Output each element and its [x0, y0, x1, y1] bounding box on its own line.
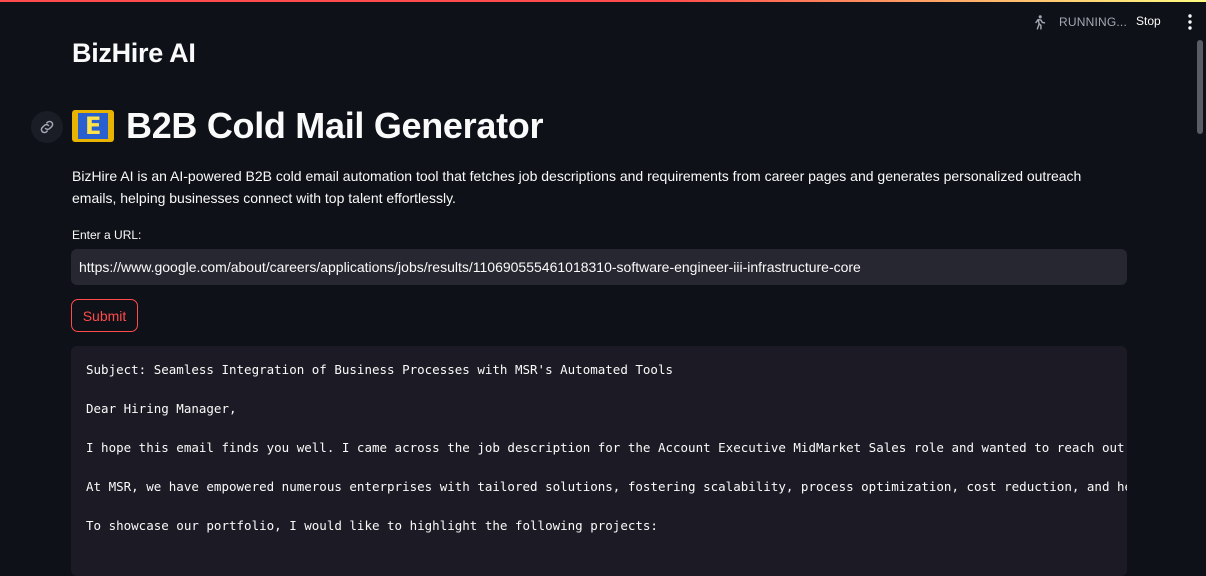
email-greeting-line: Dear Hiring Manager, [86, 401, 237, 416]
running-status-text: RUNNING... [1059, 15, 1127, 29]
running-person-icon [1035, 15, 1046, 30]
heading-emoji-letter: E [78, 112, 108, 140]
email-subject-line: Subject: Seamless Integration of Busines… [86, 362, 673, 377]
email-intro-line: I hope this email finds you well. I came… [86, 440, 1127, 455]
status-widget: RUNNING... Stop [1006, 4, 1206, 38]
email-portfolio-line: To showcase our portfolio, I would like … [86, 518, 658, 533]
email-body-line: At MSR, we have empowered numerous enter… [86, 479, 1127, 494]
url-input[interactable] [71, 249, 1127, 285]
stop-button[interactable]: Stop [1134, 12, 1163, 36]
app-title: BizHire AI [72, 38, 196, 68]
vertical-dots-icon[interactable] [1181, 13, 1199, 31]
heading-anchor-link[interactable] [31, 111, 63, 143]
url-input-label: Enter a URL: [72, 228, 142, 242]
app-description: BizHire AI is an AI-powered B2B cold ema… [72, 168, 1082, 206]
link-icon [40, 120, 54, 134]
page-scrollbar-thumb[interactable] [1197, 40, 1203, 134]
generated-email-code-block: Subject: Seamless Integration of Busines… [71, 346, 1127, 576]
page-heading: E B2B Cold Mail Generator [72, 105, 543, 147]
top-decoration-bar [0, 0, 1206, 2]
page-heading-text: B2B Cold Mail Generator [126, 105, 544, 146]
submit-button[interactable]: Submit [71, 299, 138, 332]
e-button-emoji-icon: E [72, 110, 114, 142]
